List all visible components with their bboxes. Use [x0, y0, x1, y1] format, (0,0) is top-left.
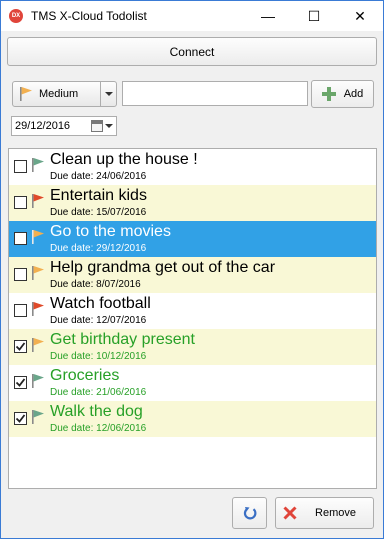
task-row[interactable]: Walk the dog Due date: 12/06/2016	[9, 401, 376, 437]
connect-button-label: Connect	[169, 44, 215, 59]
priority-combo-main[interactable]: Medium	[13, 82, 100, 106]
task-checkbox[interactable]	[14, 196, 27, 209]
calendar-icon[interactable]	[91, 120, 103, 132]
checkmark-icon	[15, 378, 26, 387]
task-due-date: Due date: 15/07/2016	[50, 207, 147, 218]
flag-high-icon	[31, 301, 45, 317]
add-button-label: Add	[343, 88, 364, 100]
task-title: Walk the dog	[50, 403, 143, 420]
task-checkbox[interactable]	[14, 268, 27, 281]
minimize-button[interactable]: —	[245, 1, 291, 31]
task-due-date: Due date: 12/07/2016	[50, 315, 147, 326]
task-due-date: Due date: 29/12/2016	[50, 243, 147, 254]
add-button[interactable]: Add	[311, 80, 374, 108]
task-checkbox[interactable]	[14, 340, 27, 353]
flag-low-icon	[31, 373, 45, 389]
task-row[interactable]: Get birthday present Due date: 10/12/2016	[9, 329, 376, 365]
flag-medium-icon	[31, 229, 45, 245]
task-due-date: Due date: 24/06/2016	[50, 171, 147, 182]
task-title: Clean up the house !	[50, 151, 198, 168]
due-date-picker[interactable]: 29/12/2016	[11, 116, 117, 136]
maximize-button[interactable]: ☐	[291, 1, 337, 31]
task-row[interactable]: Clean up the house ! Due date: 24/06/2016	[9, 149, 376, 185]
task-title: Go to the movies	[50, 223, 171, 240]
task-due-date: Due date: 12/06/2016	[50, 423, 147, 434]
task-row[interactable]: Watch football Due date: 12/07/2016	[9, 293, 376, 329]
task-checkbox[interactable]	[14, 232, 27, 245]
remove-button[interactable]: Remove	[275, 497, 374, 529]
priority-dropdown-arrow[interactable]	[101, 82, 116, 106]
checkmark-icon	[15, 342, 26, 351]
task-title: Watch football	[50, 295, 151, 312]
task-due-date: Due date: 21/06/2016	[50, 387, 147, 398]
task-row[interactable]: Groceries Due date: 21/06/2016	[9, 365, 376, 401]
task-checkbox[interactable]	[14, 412, 27, 425]
task-due-date: Due date: 8/07/2016	[50, 279, 141, 290]
app-window: DX TMS X-Cloud Todolist — ☐ ✕ Connect Me…	[0, 0, 384, 539]
task-due-date: Due date: 10/12/2016	[50, 351, 147, 362]
new-task-input[interactable]	[122, 81, 308, 106]
refresh-button[interactable]	[232, 497, 267, 529]
task-title: Groceries	[50, 367, 120, 384]
due-date-value: 29/12/2016	[15, 120, 71, 132]
flag-high-icon	[31, 193, 45, 209]
task-checkbox[interactable]	[14, 304, 27, 317]
task-title: Help grandma get out of the car	[50, 259, 276, 276]
chevron-down-icon	[104, 92, 113, 96]
flag-medium-icon	[31, 265, 45, 281]
checkmark-icon	[15, 414, 26, 423]
task-row[interactable]: Entertain kids Due date: 15/07/2016	[9, 185, 376, 221]
task-row[interactable]: Help grandma get out of the car Due date:…	[9, 257, 376, 293]
app-icon: DX	[9, 9, 23, 23]
window-title: TMS X-Cloud Todolist	[31, 9, 147, 23]
flag-low-icon	[31, 409, 45, 425]
task-title: Entertain kids	[50, 187, 147, 204]
task-title: Get birthday present	[50, 331, 195, 348]
chevron-down-icon[interactable]	[105, 124, 113, 128]
flag-medium-icon	[20, 87, 32, 101]
plus-icon	[321, 87, 336, 101]
close-button[interactable]: ✕	[337, 1, 383, 31]
refresh-icon	[243, 507, 256, 520]
flag-low-icon	[31, 157, 45, 173]
task-checkbox[interactable]	[14, 376, 27, 389]
task-row[interactable]: Go to the movies Due date: 29/12/2016	[9, 221, 376, 257]
flag-medium-icon	[31, 337, 45, 353]
priority-selected-label: Medium	[39, 88, 79, 100]
priority-combo[interactable]: Medium	[12, 81, 117, 107]
task-list[interactable]: Clean up the house ! Due date: 24/06/2016…	[8, 148, 377, 489]
delete-x-icon	[283, 506, 297, 520]
title-bar[interactable]: DX TMS X-Cloud Todolist — ☐ ✕	[1, 1, 383, 31]
task-checkbox[interactable]	[14, 160, 27, 173]
connect-button[interactable]: Connect	[7, 37, 377, 66]
remove-button-label: Remove	[315, 507, 356, 519]
